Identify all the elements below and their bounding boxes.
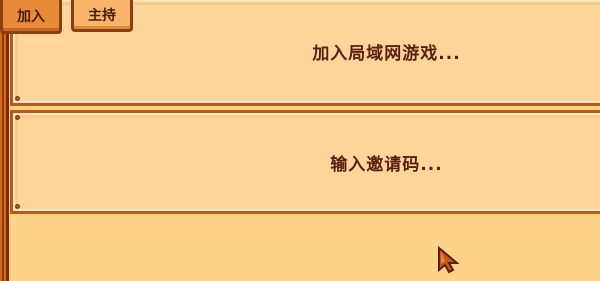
corner-rivet-icon [15, 96, 20, 101]
tab-join[interactable]: 加入 [0, 0, 62, 34]
empty-list-area [10, 217, 600, 281]
tab-host-label: 主持 [88, 7, 116, 24]
enter-invite-code-button[interactable]: 输入邀请码... [10, 110, 600, 214]
join-lan-game-label: 加入局域网游戏... [312, 44, 461, 64]
tab-join-label: 加入 [17, 8, 45, 25]
corner-rivet-icon [15, 115, 20, 120]
corner-rivet-icon [15, 204, 20, 209]
left-wood-frame [0, 0, 9, 281]
tab-host[interactable]: 主持 [71, 0, 133, 32]
enter-invite-code-label: 输入邀请码... [330, 154, 443, 175]
game-menu-screen: 加入局域网游戏... 输入邀请码... 加入 主持 [0, 0, 600, 281]
pointer-arrow-icon [438, 246, 459, 274]
